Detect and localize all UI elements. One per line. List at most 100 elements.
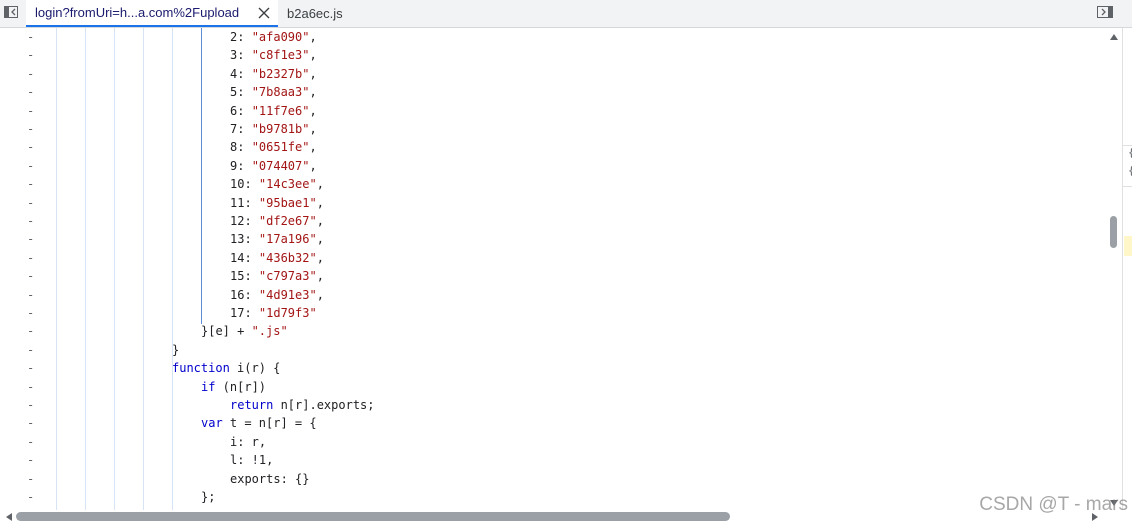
code-text: 16: "4d91e3", bbox=[230, 286, 324, 304]
code-text: 2: "afa090", bbox=[230, 28, 317, 46]
code-token: 16 bbox=[230, 287, 245, 302]
diff-marker: - bbox=[27, 398, 35, 412]
code-token: } bbox=[172, 342, 180, 357]
code-line: -}; bbox=[0, 488, 1108, 506]
side-panel-edge bbox=[1122, 28, 1132, 510]
diff-marker: - bbox=[27, 471, 35, 486]
code-token: , bbox=[316, 177, 324, 192]
code-token: , bbox=[316, 195, 324, 210]
code-token: : bbox=[244, 195, 259, 210]
code-token: "1d79f3" bbox=[258, 306, 317, 320]
diff-marker: - bbox=[27, 434, 35, 449]
diff-marker: - bbox=[27, 103, 35, 118]
diff-marker: - bbox=[27, 453, 35, 468]
code-token: : bbox=[244, 232, 259, 247]
indent-guide bbox=[201, 28, 202, 324]
close-icon[interactable] bbox=[257, 6, 271, 20]
code-token: }[e] + bbox=[201, 324, 252, 339]
diff-marker: - bbox=[27, 214, 35, 228]
code-token: , bbox=[309, 158, 317, 173]
code-line: - exports: {} bbox=[0, 470, 1108, 488]
diff-marker: - bbox=[27, 85, 35, 100]
tab-b2a6ec-js[interactable]: b2a6ec.js bbox=[278, 0, 358, 27]
side-panel-divider bbox=[1122, 186, 1132, 187]
code-line: - 5: "7b8aa3", bbox=[0, 83, 1108, 101]
code-token: : bbox=[237, 85, 252, 100]
vertical-scrollbar[interactable] bbox=[1108, 28, 1122, 510]
code-token: 11 bbox=[230, 195, 245, 210]
code-line: - 7: "b9781b", bbox=[0, 120, 1108, 138]
code-token: 13 bbox=[230, 232, 245, 247]
code-token: "17a196" bbox=[258, 232, 317, 247]
code-line: - 11: "95bae1", bbox=[0, 194, 1108, 212]
code-token: , bbox=[309, 66, 317, 81]
code-editor[interactable]: -2: "afa090", -3: "c8f1e3", -4: "b2327b", -… bbox=[0, 28, 1108, 510]
code-token: 14 bbox=[230, 250, 245, 265]
code-text: l: !1, bbox=[230, 451, 273, 469]
code-token: : bbox=[237, 103, 252, 118]
code-token: , bbox=[316, 287, 324, 302]
horizontal-scrollbar[interactable] bbox=[0, 510, 1108, 524]
code-token: 10 bbox=[230, 177, 245, 192]
code-token: "0651fe" bbox=[251, 140, 310, 155]
code-token: , bbox=[309, 140, 317, 155]
code-text: i: r, bbox=[230, 433, 266, 451]
code-text: }[e] + ".js" bbox=[201, 322, 288, 340]
horizontal-scroll-thumb[interactable] bbox=[16, 512, 730, 521]
diff-marker: - bbox=[27, 287, 35, 302]
code-token: , bbox=[309, 30, 317, 44]
code-token: : bbox=[237, 66, 252, 81]
code-token: "df2e67" bbox=[258, 214, 317, 228]
code-text: 15: "c797a3", bbox=[230, 267, 324, 285]
code-line: - if (n[r]) bbox=[0, 378, 1108, 396]
panel-toggle-icon[interactable] bbox=[1096, 3, 1114, 21]
code-token: l: !1, bbox=[230, 453, 274, 468]
diff-marker: - bbox=[27, 195, 35, 210]
code-token: 12 bbox=[230, 214, 245, 228]
sidebar-toggle-icon[interactable] bbox=[2, 3, 20, 21]
tab-login-page[interactable]: login?fromUri=h...a.com%2Fupload bbox=[26, 0, 278, 27]
diff-marker: - bbox=[27, 306, 35, 320]
code-token: i: r, bbox=[230, 434, 267, 449]
tab-b2a6ec-js-label: b2a6ec.js bbox=[287, 6, 343, 21]
code-token: : bbox=[237, 30, 252, 44]
code-token: "11f7e6" bbox=[251, 103, 310, 118]
code-token: "b9781b" bbox=[251, 122, 310, 136]
code-line: - 6: "11f7e6", bbox=[0, 102, 1108, 120]
scroll-left-icon[interactable] bbox=[6, 513, 12, 521]
code-text: 14: "436b32", bbox=[230, 249, 324, 267]
indent-guide bbox=[172, 28, 173, 510]
code-token: t = n[r] = { bbox=[222, 416, 317, 431]
code-line: - return n[r].exports; bbox=[0, 396, 1108, 414]
code-token: 17 bbox=[230, 306, 245, 320]
diff-marker: - bbox=[27, 342, 35, 357]
side-panel-mark: { bbox=[1128, 146, 1132, 159]
indent-guide bbox=[143, 28, 144, 510]
vertical-scroll-thumb[interactable] bbox=[1110, 216, 1117, 248]
code-token: , bbox=[316, 250, 324, 265]
diff-marker: - bbox=[27, 379, 35, 394]
code-line: -} bbox=[0, 341, 1108, 359]
code-token: , bbox=[309, 122, 317, 136]
code-line: - 10: "14c3ee", bbox=[0, 175, 1108, 193]
code-token: : bbox=[237, 140, 252, 155]
code-token: : bbox=[237, 48, 252, 63]
code-text: 6: "11f7e6", bbox=[230, 102, 317, 120]
diff-marker: - bbox=[27, 66, 35, 81]
code-token: : bbox=[237, 158, 252, 173]
code-text: var t = n[r] = { bbox=[201, 414, 317, 432]
code-token: ".js" bbox=[251, 324, 288, 339]
code-text: if (n[r]) bbox=[201, 378, 266, 396]
code-token: exports: {} bbox=[230, 471, 310, 486]
code-text: function i(r) { bbox=[172, 359, 280, 377]
diff-marker: - bbox=[27, 48, 35, 63]
code-token: , bbox=[309, 85, 317, 100]
scroll-up-icon[interactable] bbox=[1110, 34, 1118, 40]
tab-login-page-label: login?fromUri=h...a.com%2Fupload bbox=[35, 5, 240, 20]
code-text: } bbox=[172, 341, 179, 359]
diff-marker: - bbox=[27, 30, 35, 44]
code-text: 12: "df2e67", bbox=[230, 212, 324, 230]
code-token: "14c3ee" bbox=[258, 177, 317, 192]
code-token: , bbox=[316, 214, 324, 228]
diff-marker: - bbox=[27, 140, 35, 155]
